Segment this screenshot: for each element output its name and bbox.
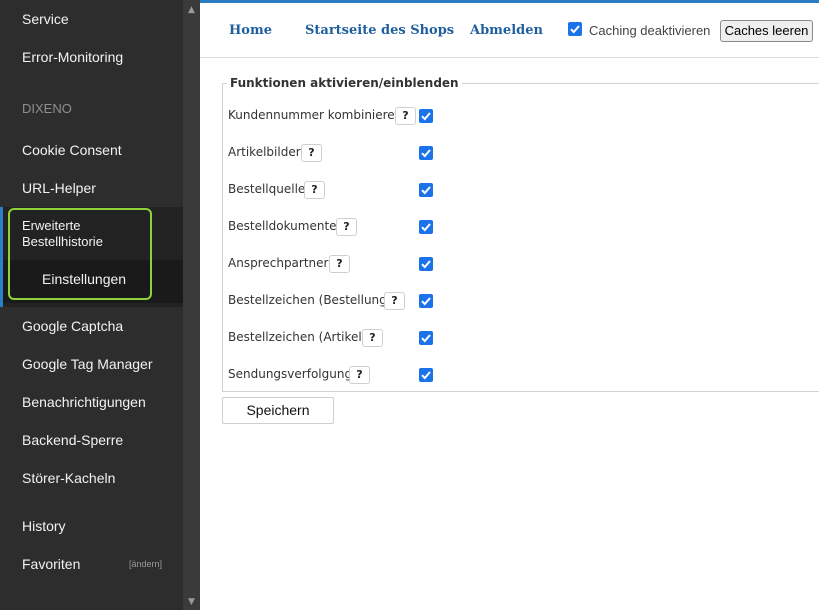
- row-label-bestelldokumente: Bestelldokumente: [228, 219, 337, 233]
- highlight-frame: [8, 208, 152, 300]
- help-icon[interactable]: ?: [304, 181, 325, 199]
- nav-link-home[interactable]: Home: [229, 23, 272, 38]
- checkbox-ansprechpartner[interactable]: [419, 257, 433, 271]
- checkbox-kundennummer[interactable]: [419, 109, 433, 123]
- sidebar-item-backend-sperre[interactable]: Backend-Sperre: [0, 432, 183, 448]
- sidebar-scrollbar[interactable]: [183, 0, 200, 610]
- sidebar: Service Error-Monitoring DIXENO Cookie C…: [0, 0, 200, 610]
- row-label-kundennummer: Kundennummer kombinieren: [228, 108, 403, 122]
- caching-disable-checkbox[interactable]: [568, 22, 582, 36]
- sidebar-item-service[interactable]: Service: [0, 11, 183, 27]
- checkbox-bestellzeichen-bestellung[interactable]: [419, 294, 433, 308]
- help-icon[interactable]: ?: [395, 107, 416, 125]
- checkbox-bestellzeichen-artikel[interactable]: [419, 331, 433, 345]
- caching-disable-label: Caching deaktivieren: [589, 23, 711, 38]
- help-icon[interactable]: ?: [362, 329, 383, 347]
- help-icon[interactable]: ?: [336, 218, 357, 236]
- nav-link-shop-home[interactable]: Startseite des Shops: [305, 23, 454, 38]
- checkbox-bestellquelle[interactable]: [419, 183, 433, 197]
- help-icon[interactable]: ?: [384, 292, 405, 310]
- checkmark-icon: [421, 297, 431, 306]
- sidebar-item-stoerer-kacheln[interactable]: Störer-Kacheln: [0, 470, 183, 486]
- checkmark-icon: [570, 25, 580, 34]
- row-label-artikelbilder: Artikelbilder: [228, 145, 301, 159]
- row-label-bestellzeichen-artikel: Bestellzeichen (Artikel): [228, 330, 367, 344]
- checkmark-icon: [421, 186, 431, 195]
- checkmark-icon: [421, 260, 431, 269]
- top-navigation-bar: Home Startseite des Shops Abmelden Cachi…: [200, 0, 819, 58]
- nav-link-logout[interactable]: Abmelden: [470, 23, 543, 38]
- checkbox-bestelldokumente[interactable]: [419, 220, 433, 234]
- sidebar-item-error-monitoring[interactable]: Error-Monitoring: [0, 49, 183, 65]
- checkmark-icon: [421, 371, 431, 380]
- features-fieldset: [222, 83, 819, 392]
- sidebar-item-benachrichtigungen[interactable]: Benachrichtigungen: [0, 394, 183, 410]
- help-icon[interactable]: ?: [301, 144, 322, 162]
- sidebar-item-google-captcha[interactable]: Google Captcha: [0, 318, 183, 334]
- sidebar-item-cookie-consent[interactable]: Cookie Consent: [0, 142, 183, 158]
- checkbox-artikelbilder[interactable]: [419, 146, 433, 160]
- sidebar-item-history[interactable]: History: [0, 518, 183, 534]
- save-button[interactable]: Speichern: [222, 397, 334, 424]
- sidebar-item-google-tag-manager[interactable]: Google Tag Manager: [0, 356, 183, 372]
- help-icon[interactable]: ?: [349, 366, 370, 384]
- sidebar-item-url-helper[interactable]: URL-Helper: [0, 180, 183, 196]
- checkbox-sendungsverfolgung[interactable]: [419, 368, 433, 382]
- scroll-up-icon[interactable]: ▲: [183, 2, 200, 18]
- checkmark-icon: [421, 334, 431, 343]
- row-label-bestellquelle: Bestellquelle: [228, 182, 306, 196]
- checkmark-icon: [421, 112, 431, 121]
- row-label-sendungsverfolgung: Sendungsverfolgung: [228, 367, 353, 381]
- favorites-change-link[interactable]: [ändern]: [129, 559, 162, 569]
- clear-caches-button[interactable]: Caches leeren: [720, 20, 813, 42]
- row-label-ansprechpartner: Ansprechpartner: [228, 256, 329, 270]
- row-label-bestellzeichen-bestellung: Bestellzeichen (Bestellung): [228, 293, 392, 307]
- checkmark-icon: [421, 149, 431, 158]
- scroll-down-icon[interactable]: ▼: [183, 594, 200, 610]
- help-icon[interactable]: ?: [329, 255, 350, 273]
- fieldset-legend: Funktionen aktivieren/einblenden: [227, 76, 462, 90]
- sidebar-section-dixeno: DIXENO: [22, 101, 72, 116]
- checkmark-icon: [421, 223, 431, 232]
